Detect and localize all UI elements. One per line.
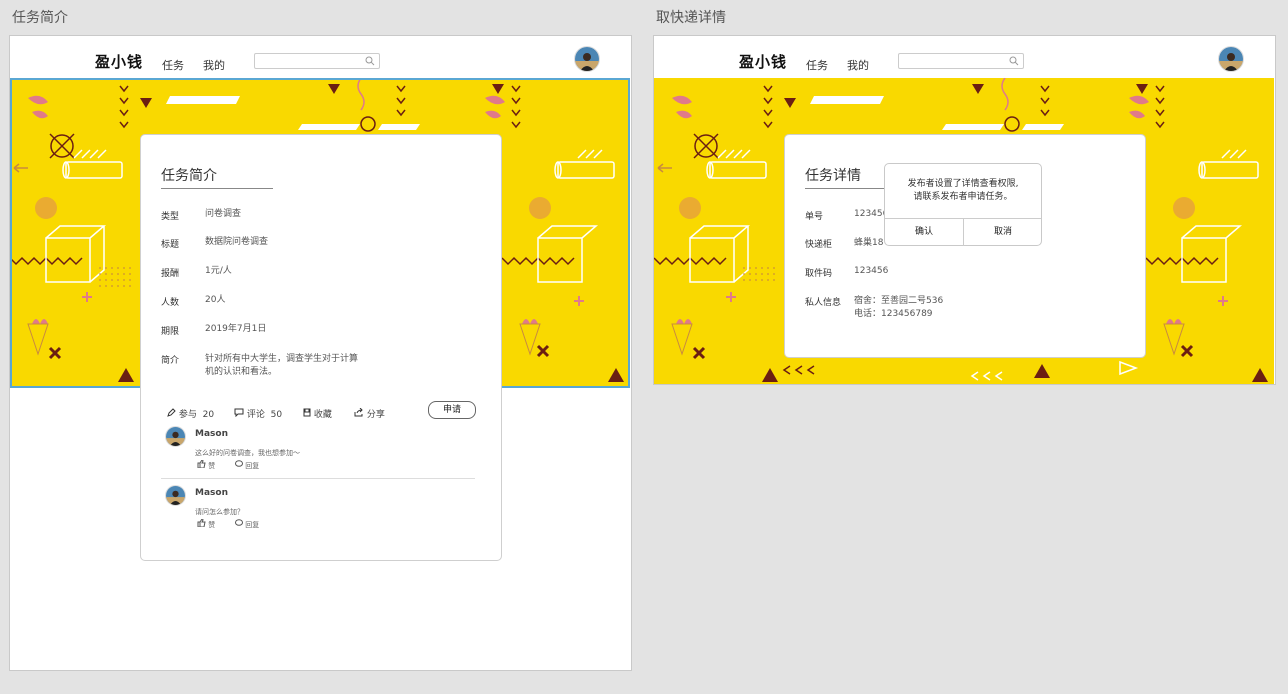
user-avatar[interactable] bbox=[1218, 46, 1244, 72]
row-value-dorm: 宿舍：至善园二号536 bbox=[854, 296, 944, 306]
row-label-private-info: 私人信息 bbox=[805, 298, 842, 308]
comment-action[interactable]: 评论 50 bbox=[234, 407, 282, 420]
row-value-summary-1: 针对所有中大学生，调查学生对于计算 bbox=[205, 354, 359, 364]
row-label-reward: 报酬 bbox=[161, 269, 180, 279]
comment-label: 评论 bbox=[246, 410, 265, 420]
search-box[interactable] bbox=[254, 53, 380, 74]
reply-label: 回复 bbox=[245, 462, 260, 470]
row-value-pickup-code: 123456 bbox=[854, 266, 889, 276]
join-action[interactable]: 参与 20 bbox=[167, 407, 214, 420]
row-label-deadline: 期限 bbox=[161, 327, 180, 337]
comment-divider bbox=[161, 478, 475, 479]
join-label: 参与 bbox=[178, 410, 197, 420]
comment-text: 请问怎么参加？ bbox=[195, 508, 244, 516]
row-value-summary-2: 机的认识和看法。 bbox=[205, 367, 278, 377]
row-value-title: 数据院问卷调查 bbox=[205, 237, 269, 247]
row-value-locker: 蜂巢18 bbox=[854, 238, 884, 248]
nav-link-task[interactable]: 任务 bbox=[162, 57, 184, 73]
row-label-people: 人数 bbox=[161, 298, 180, 308]
reply-bubble-icon bbox=[235, 519, 243, 526]
commenter-avatar[interactable] bbox=[165, 426, 186, 447]
action-bar: 参与 20 评论 50 收藏 分享 申请 bbox=[167, 401, 477, 423]
artboard-title-detail: 取快递详情 bbox=[656, 10, 726, 26]
comment-icon bbox=[234, 408, 244, 418]
cancel-button[interactable]: 取消 bbox=[964, 219, 1042, 246]
like-label: 赞 bbox=[208, 462, 216, 470]
row-label-locker: 快递柜 bbox=[805, 240, 833, 250]
nav-link-mine[interactable]: 我的 bbox=[847, 57, 869, 73]
pencil-icon bbox=[167, 408, 176, 417]
artboard-title-intro: 任务简介 bbox=[12, 10, 68, 26]
search-icon[interactable] bbox=[365, 56, 375, 66]
share-action[interactable]: 分享 bbox=[354, 407, 385, 420]
search-input[interactable] bbox=[899, 59, 1011, 74]
like-button[interactable]: 赞 bbox=[197, 459, 216, 471]
reply-button[interactable]: 回复 bbox=[235, 460, 259, 471]
reply-button[interactable]: 回复 bbox=[235, 519, 259, 530]
top-nav: 盈小钱 任务 我的 bbox=[10, 36, 631, 78]
logo[interactable]: 盈小钱 bbox=[739, 51, 787, 72]
row-label-pickup-code: 取件码 bbox=[805, 269, 833, 279]
join-count: 20 bbox=[202, 410, 215, 420]
row-label-title: 标题 bbox=[161, 240, 180, 250]
task-intro-card: 任务简介 类型 问卷调查 标题 数据院问卷调查 报酬 1元/人 人数 20人 期… bbox=[140, 134, 502, 561]
artboard-pickup-detail: 盈小钱 任务 我的 任务详情 单号 123456 快递柜 蜂巢18 取件码 12… bbox=[653, 35, 1276, 385]
commenter-avatar[interactable] bbox=[165, 485, 186, 506]
search-box[interactable] bbox=[898, 53, 1024, 74]
like-label: 赞 bbox=[208, 521, 216, 529]
reply-label: 回复 bbox=[245, 521, 260, 529]
row-label-type: 类型 bbox=[161, 212, 180, 222]
nav-link-mine[interactable]: 我的 bbox=[203, 57, 225, 73]
thumbs-up-icon bbox=[197, 459, 206, 469]
favorite-action[interactable]: 收藏 bbox=[303, 407, 332, 420]
search-input[interactable] bbox=[255, 59, 367, 74]
artboard-task-intro: 盈小钱 任务 我的 任务简介 类型 问卷调查 标题 数据院问卷调查 报酬 1元/… bbox=[9, 35, 632, 671]
row-value-type: 问卷调查 bbox=[205, 209, 242, 219]
user-avatar[interactable] bbox=[574, 46, 600, 72]
row-value-phone: 电话：123456789 bbox=[854, 309, 933, 319]
title-underline bbox=[161, 188, 273, 189]
commenter-name[interactable]: Mason bbox=[195, 488, 228, 498]
apply-button[interactable]: 申请 bbox=[428, 401, 476, 419]
logo[interactable]: 盈小钱 bbox=[95, 51, 143, 72]
comment-text: 这么好的问卷调查，我也想参加～ bbox=[195, 449, 300, 457]
search-icon[interactable] bbox=[1009, 56, 1019, 66]
dialog-message: 发布者设置了详情查看权限, 请联系发布者申请任务。 bbox=[885, 178, 1041, 204]
row-value-deadline: 2019年7月1日 bbox=[205, 324, 267, 334]
row-label-summary: 简介 bbox=[161, 356, 180, 366]
reply-bubble-icon bbox=[235, 460, 243, 467]
like-button[interactable]: 赞 bbox=[197, 518, 216, 530]
top-nav: 盈小钱 任务 我的 bbox=[654, 36, 1275, 78]
comment-count: 50 bbox=[270, 410, 283, 420]
row-label-order-no: 单号 bbox=[805, 212, 824, 222]
favorite-label: 收藏 bbox=[313, 410, 332, 420]
dialog-message-line-1: 发布者设置了详情查看权限, bbox=[907, 179, 1019, 189]
thumbs-up-icon bbox=[197, 518, 206, 528]
permission-dialog: 发布者设置了详情查看权限, 请联系发布者申请任务。 确认 取消 bbox=[884, 163, 1042, 246]
share-label: 分享 bbox=[366, 410, 385, 420]
confirm-button[interactable]: 确认 bbox=[885, 219, 963, 246]
row-value-people: 20人 bbox=[205, 295, 226, 305]
share-icon bbox=[354, 407, 363, 417]
dialog-message-line-2: 请联系发布者申请任务。 bbox=[913, 192, 1013, 202]
card-title: 任务详情 bbox=[805, 168, 861, 184]
card-title: 任务简介 bbox=[161, 168, 217, 184]
row-value-reward: 1元/人 bbox=[205, 266, 232, 276]
nav-link-task[interactable]: 任务 bbox=[806, 57, 828, 73]
commenter-name[interactable]: Mason bbox=[195, 429, 228, 439]
bookmark-icon bbox=[303, 408, 311, 417]
